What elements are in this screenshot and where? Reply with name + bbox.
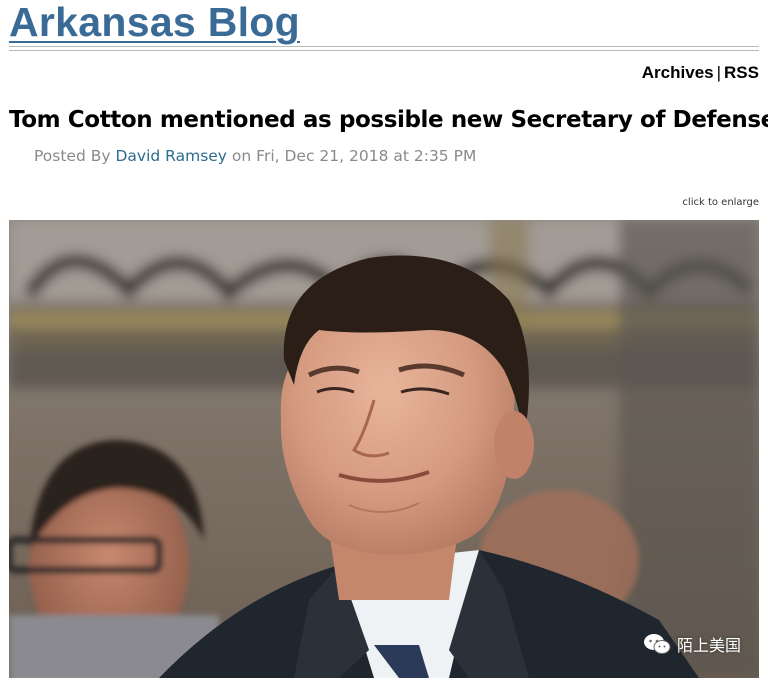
- archives-link[interactable]: Archives: [642, 63, 714, 82]
- byline-prefix: Posted By: [34, 147, 111, 165]
- nav-separator: |: [716, 63, 722, 82]
- click-to-enlarge-link[interactable]: click to enlarge: [682, 197, 759, 208]
- wechat-icon: [643, 634, 671, 654]
- watermark: 陌上美国: [643, 632, 741, 656]
- author-link[interactable]: David Ramsey: [115, 147, 227, 165]
- post-date: Fri, Dec 21, 2018 at 2:35 PM: [256, 147, 477, 165]
- byline-on: on: [231, 147, 252, 165]
- watermark-text: 陌上美国: [676, 636, 741, 655]
- blog-title-link[interactable]: Arkansas Blog: [9, 0, 300, 46]
- post-title: Tom Cotton mentioned as possible new Sec…: [9, 107, 768, 133]
- header-divider-secondary: [9, 50, 759, 51]
- post-byline: Posted By David Ramsey on Fri, Dec 21, 2…: [34, 147, 476, 165]
- portrait-photo: [9, 220, 759, 678]
- top-nav: Archives | RSS: [642, 63, 759, 83]
- header-divider: [9, 46, 759, 47]
- rss-link[interactable]: RSS: [724, 63, 759, 82]
- post-photo[interactable]: 陌上美国: [9, 220, 759, 678]
